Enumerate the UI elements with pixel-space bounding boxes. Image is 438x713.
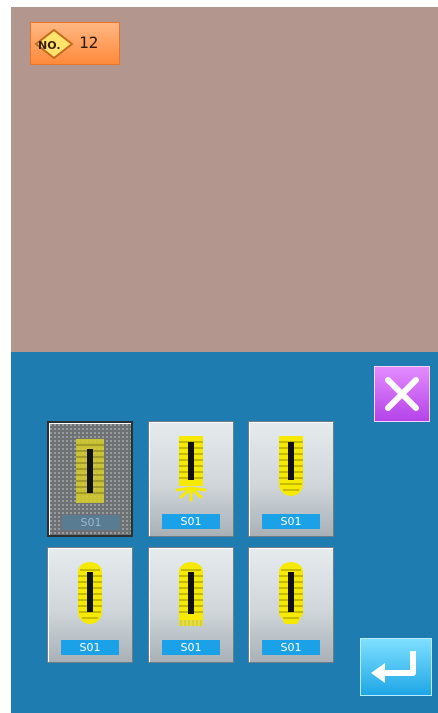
close-button[interactable] [374,366,430,422]
pattern-number-badge[interactable]: NO. 12 [30,22,120,65]
buttonhole-radial-end-icon [175,436,207,502]
pattern-label: S01 [262,640,320,655]
pattern-label: S01 [162,514,220,529]
pattern-label: S01 [62,515,120,530]
pattern-tile-5[interactable]: S01 [148,547,234,663]
pattern-tile-6[interactable]: S01 [248,547,334,663]
buttonhole-tapered-end-icon [279,562,303,624]
enter-button[interactable] [360,638,432,696]
pattern-number-value: 12 [79,33,99,52]
enter-return-icon [371,651,416,683]
buttonhole-bartack-icon [179,562,203,626]
pattern-label: S01 [162,640,220,655]
pattern-tile-4[interactable]: S01 [47,547,133,663]
buttonhole-round-both-icon [78,562,102,624]
svg-text:NO.: NO. [38,39,61,52]
buttonhole-square-icon [76,439,104,503]
pattern-tile-3[interactable]: S01 [248,421,334,537]
close-icon [385,377,419,411]
pattern-tile-2[interactable]: S01 [148,421,234,537]
buttonhole-round-end-icon [279,436,303,496]
pattern-label: S01 [61,640,119,655]
pattern-label: S01 [262,514,320,529]
no-diamond-icon: NO. [34,28,74,60]
pattern-tile-1[interactable]: S01 [47,421,133,537]
